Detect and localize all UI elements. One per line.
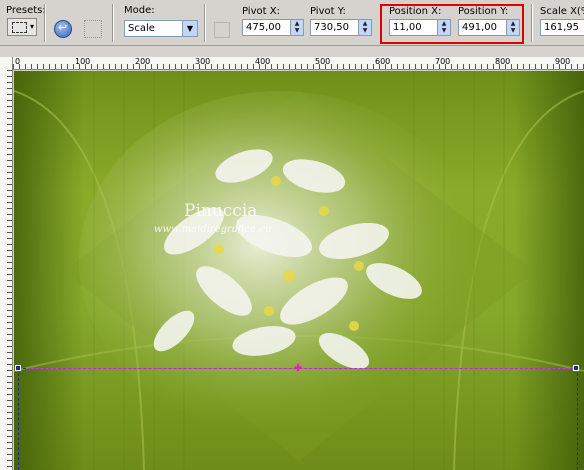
position-x-input[interactable]: 11,00 ▲ ▼ (389, 19, 451, 36)
ruler-ticks (7, 70, 12, 470)
tool-options-toolbar: Presets: Mode: Scale ▼ Pivot X: 475,00 ▲… (0, 0, 584, 46)
toolbar-gap (0, 46, 584, 57)
mode-select[interactable]: Scale ▼ (124, 20, 198, 37)
spin-arrows-icon[interactable]: ▲ ▼ (437, 20, 450, 35)
pivot-y-label: Pivot Y: (310, 6, 346, 17)
toolbar-separator (44, 4, 46, 42)
reset-icon[interactable] (54, 20, 72, 38)
ruler-corner (0, 57, 13, 70)
watermark-title: Pinuccia (184, 201, 258, 221)
selection-right-edge[interactable] (577, 368, 578, 470)
horizontal-ruler: 0 100 200 300 400 500 600 700 800 900 (0, 57, 584, 70)
scale-x-input[interactable]: 161,95 (540, 19, 584, 36)
mode-label: Mode: (124, 5, 155, 16)
presets-label: Presets: (6, 5, 46, 16)
selection-left-edge[interactable] (18, 368, 19, 470)
position-y-input[interactable]: 491,00 ▲ ▼ (458, 19, 520, 36)
scale-x-value: 161,95 (544, 22, 579, 33)
mode-select-value: Scale (128, 23, 155, 34)
toolbar-separator (531, 4, 533, 42)
pivot-x-value: 475,00 (246, 22, 281, 33)
scale-x-label: Scale X(%) (540, 6, 584, 17)
canvas-artwork (14, 71, 584, 470)
pivot-y-value: 730,50 (314, 22, 349, 33)
spin-arrows-icon[interactable]: ▲ ▼ (358, 20, 371, 35)
position-x-label: Position X: (389, 6, 442, 17)
toolbar-separator (112, 4, 114, 42)
deform-grid-icon[interactable] (84, 20, 102, 38)
image-canvas[interactable]: Pinuccia www.maidiregrafica.eu ✚ (14, 71, 584, 470)
vertical-ruler (0, 70, 13, 470)
mesh-icon[interactable] (214, 22, 230, 38)
position-y-label: Position Y: (458, 6, 509, 17)
toolbar-separator (204, 4, 206, 42)
pivot-x-input[interactable]: 475,00 ▲ ▼ (242, 19, 304, 36)
corner-handle-left[interactable] (15, 365, 21, 371)
pivot-handle-icon[interactable]: ✚ (294, 364, 302, 374)
position-y-value: 491,00 (462, 22, 497, 33)
pivot-y-input[interactable]: 730,50 ▲ ▼ (310, 19, 372, 36)
spin-arrows-icon[interactable]: ▲ ▼ (290, 20, 303, 35)
ruler-ticks (13, 64, 584, 69)
corner-handle-right[interactable] (573, 365, 579, 371)
pivot-x-label: Pivot X: (242, 6, 280, 17)
watermark-url: www.maidiregrafica.eu (154, 224, 272, 235)
position-x-value: 11,00 (393, 22, 422, 33)
chevron-down-icon[interactable]: ▼ (182, 21, 197, 36)
presets-dropdown[interactable] (7, 18, 37, 36)
spin-arrows-icon[interactable]: ▲ ▼ (506, 20, 519, 35)
